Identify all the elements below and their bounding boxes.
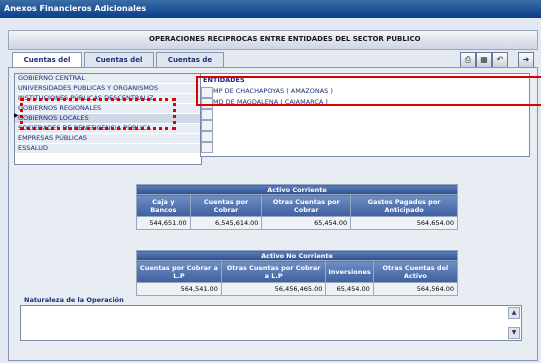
column-header: Inversiones	[325, 260, 374, 283]
row-pointer-icon: ▶	[14, 112, 19, 119]
row-selector[interactable]	[201, 142, 213, 153]
value-cell[interactable]: 564,654.00	[350, 216, 458, 230]
column-header: Caja y Bancos	[136, 194, 191, 217]
page-title: OPERACIONES RECIPROCAS ENTRE ENTIDADES D…	[149, 35, 421, 43]
value-cell[interactable]: 65,454.00	[261, 216, 352, 230]
value-cell[interactable]: 56,456,465.00	[220, 282, 327, 296]
table-caption: Activo Corriente	[136, 184, 458, 195]
row-selector[interactable]	[201, 109, 213, 120]
list-item[interactable]: ESSALUD	[15, 144, 201, 154]
column-header: Cuentas por Cobrar a L.P	[136, 260, 222, 283]
scroll-up-icon[interactable]: ▲	[508, 307, 520, 319]
column-header: Otras Cuentas del Activo	[372, 260, 459, 283]
undo-icon[interactable]: ↶	[492, 52, 508, 68]
highlight-box-dotted	[20, 98, 176, 130]
row-selector[interactable]	[201, 120, 213, 131]
value-cell[interactable]: 564,564.00	[372, 282, 459, 296]
print-icon[interactable]: ⎙	[460, 52, 476, 68]
column-header: Cuentas por Cobrar	[189, 194, 263, 217]
activo-no-corriente-table: Activo No Corriente Cuentas por Cobrar a…	[136, 250, 459, 296]
save-icon[interactable]: ▦	[476, 52, 492, 68]
section-header: OPERACIONES RECIPROCAS ENTRE ENTIDADES D…	[8, 30, 538, 50]
naturaleza-label: Naturaleza de la Operación	[24, 296, 124, 304]
list-item[interactable]: GOBIERNO CENTRAL	[15, 74, 201, 84]
column-header: Otras Cuentas por Cobrar	[261, 194, 352, 217]
value-cell[interactable]: 544,651.00	[136, 216, 191, 230]
title-bar: Anexos Financieros Adicionales	[0, 0, 541, 18]
activo-corriente-table: Activo Corriente Caja y Bancos Cuentas p…	[136, 184, 458, 230]
list-item[interactable]: UNIVERSIDADES PUBLICAS Y ORGANISMOS	[15, 84, 201, 94]
exit-icon[interactable]: ➜	[518, 52, 534, 68]
value-cell[interactable]: 564,541.00	[136, 282, 222, 296]
naturaleza-textarea[interactable]: ▲ ▼	[20, 305, 522, 341]
column-header: Otras Cuentas por Cobrar a L.P	[220, 260, 327, 283]
table-caption: Activo No Corriente	[136, 250, 458, 261]
scroll-down-icon[interactable]: ▼	[508, 327, 520, 339]
highlight-box-solid	[196, 76, 541, 106]
window-title: Anexos Financieros Adicionales	[4, 4, 147, 13]
value-cell[interactable]: 6,545,614.00	[189, 216, 263, 230]
row-selector[interactable]	[201, 131, 213, 142]
list-item[interactable]: EMPRESAS PÚBLICAS	[15, 134, 201, 144]
column-header: Gastos Pagados por Anticipado	[350, 194, 458, 217]
value-cell[interactable]: 65,454.00	[325, 282, 374, 296]
